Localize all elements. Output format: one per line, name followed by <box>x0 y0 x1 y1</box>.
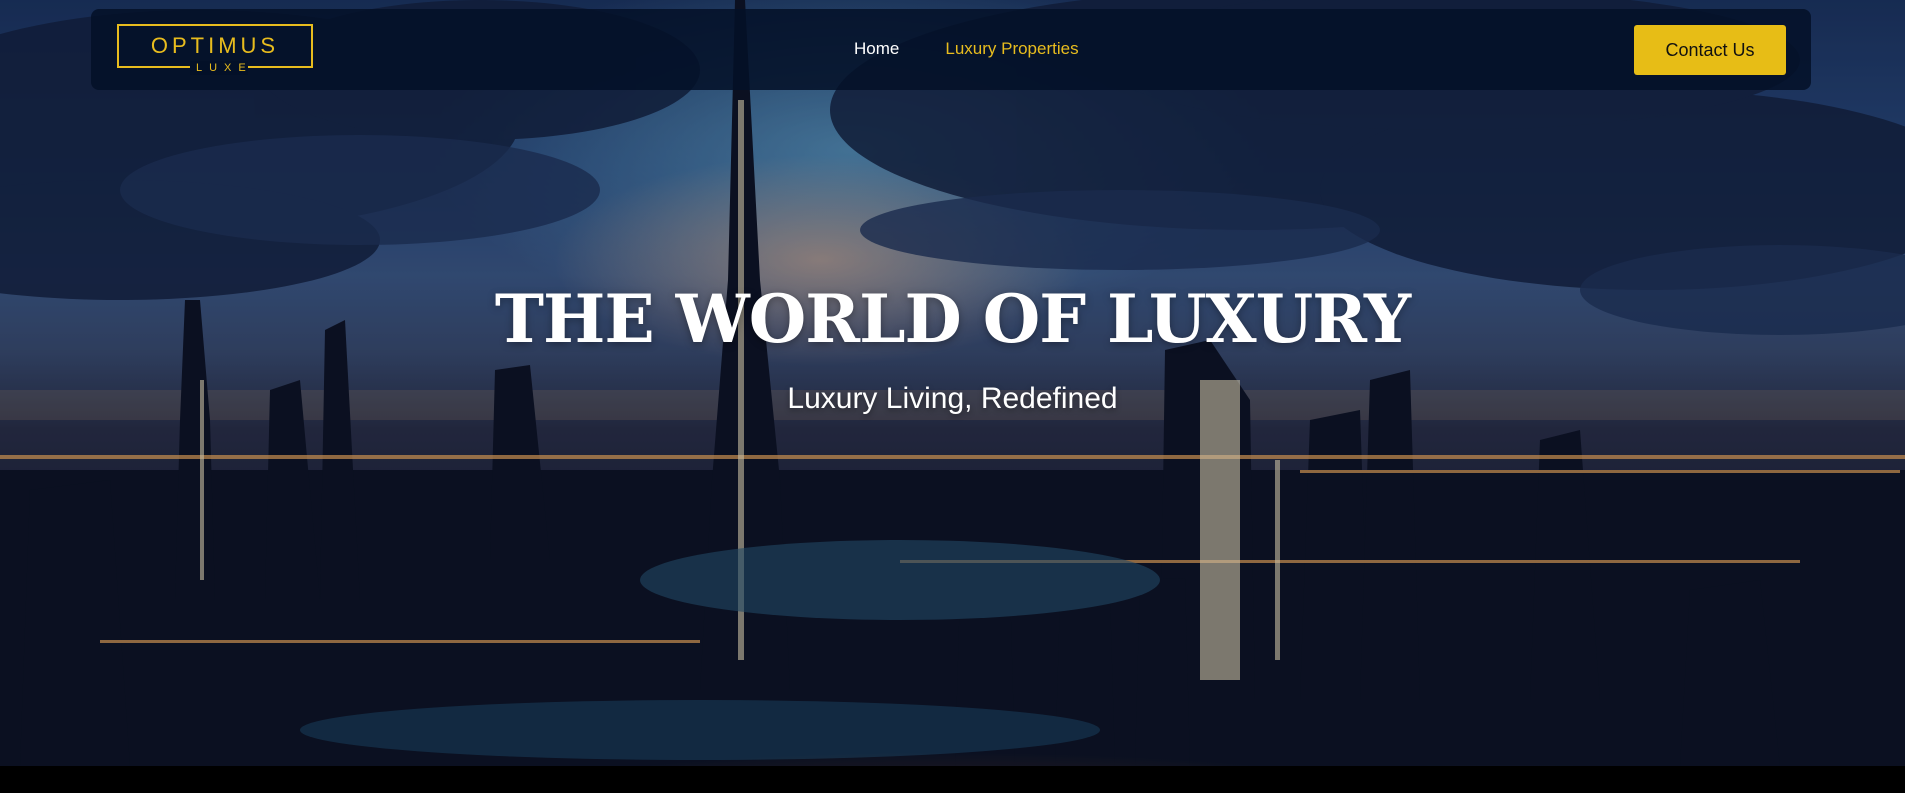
hero-subtitle: Luxury Living, Redefined <box>787 382 1118 415</box>
hero-title: THE WORLD OF LUXURY <box>494 280 1411 358</box>
page-bottom-edge <box>0 766 1905 793</box>
logo-tagline: LUXE <box>190 61 248 75</box>
nav-link-luxury-properties[interactable]: Luxury Properties <box>945 39 1078 59</box>
brand-logo[interactable]: OPTIMUS LUXE <box>117 24 317 75</box>
nav-link-home[interactable]: Home <box>854 39 899 59</box>
hero-section: THE WORLD OF LUXURY Luxury Living, Redef… <box>0 0 1905 766</box>
nav-links: Home Luxury Properties <box>854 39 1079 59</box>
contact-us-button[interactable]: Contact Us <box>1634 25 1786 75</box>
top-navbar: OPTIMUS LUXE Home Luxury Properties Cont… <box>91 9 1811 90</box>
logo-name: OPTIMUS <box>150 33 280 58</box>
